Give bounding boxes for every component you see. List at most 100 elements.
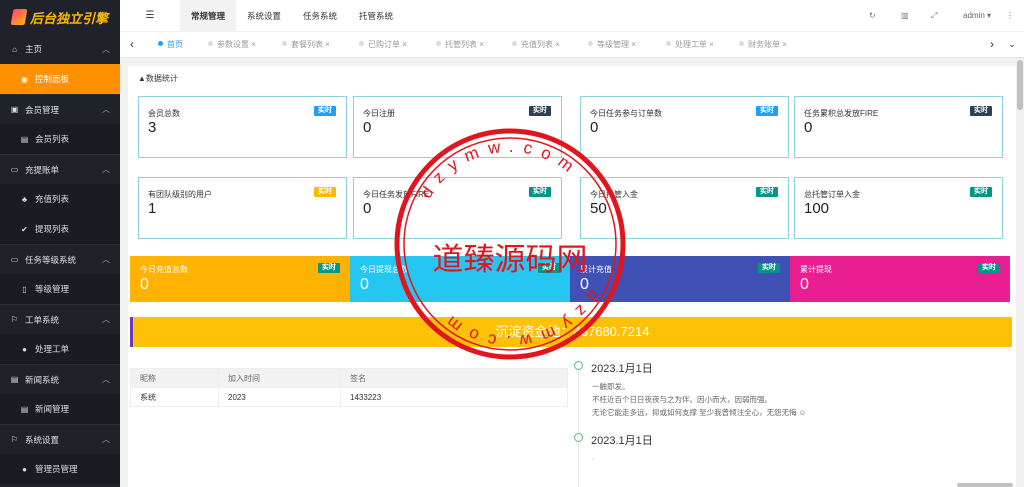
tab-scroll-left-icon[interactable]: ‹ bbox=[122, 32, 142, 58]
vertical-scrollbar[interactable] bbox=[1016, 58, 1024, 487]
close-icon[interactable]: × bbox=[555, 40, 560, 49]
status-badge: 实时 bbox=[538, 263, 560, 273]
logo-icon bbox=[10, 9, 28, 25]
user-menu[interactable]: admin ▾ bbox=[963, 0, 991, 32]
tab-label: 托管列表 bbox=[445, 40, 477, 49]
top-nav-custody[interactable]: 托管系统 bbox=[348, 0, 404, 32]
tab-label: 首页 bbox=[167, 40, 183, 49]
summary-title: 累计充值 bbox=[580, 265, 612, 274]
timeline-line: 无论它能走多远，抑或如何支撑 至少我曾倾注全心，无怨无悔 ☺ bbox=[592, 408, 807, 417]
sidebar-item-home[interactable]: ⌂ 主页 ︿ bbox=[0, 34, 120, 64]
box-icon: ▯ bbox=[22, 284, 27, 294]
monitor-icon: ▭ bbox=[10, 255, 19, 264]
sidebar-item-admin-manage[interactable]: ● 管理员管理 bbox=[0, 454, 120, 484]
status-badge: 实时 bbox=[529, 106, 551, 116]
timeline-line: 不枉近百个日日夜夜与之为伴。因小而大，因弱而强。 bbox=[592, 395, 772, 404]
top-header: ☰ 常规管理 系统设置 任务系统 托管系统 ↻ ▥ ⤢ admin ▾ ⋮ bbox=[120, 0, 1024, 32]
tab-bar: ‹ 首页 参数设置 × 套餐列表 × 已购订单 × 托管列表 × 充值列表 × … bbox=[120, 32, 1024, 58]
close-icon[interactable]: × bbox=[325, 40, 330, 49]
member-icon: ▣ bbox=[10, 105, 19, 114]
tab-menu-icon[interactable]: ⌄ bbox=[1002, 32, 1022, 58]
sidebar-group-ticket[interactable]: ⚐ 工单系统 ︿ bbox=[0, 304, 120, 334]
menu-toggle-icon[interactable]: ☰ bbox=[120, 10, 180, 21]
status-badge: 实时 bbox=[978, 263, 1000, 273]
tab-params[interactable]: 参数设置 × bbox=[208, 32, 256, 58]
sidebar-group-label: 任务等级系统 bbox=[25, 254, 77, 265]
chevron-up-icon: ︿ bbox=[102, 165, 110, 174]
stat-card: 今日注册 0 实时 bbox=[353, 96, 562, 158]
tab-dot-icon bbox=[208, 41, 213, 46]
logo: 后台独立引擎 bbox=[0, 0, 120, 34]
close-icon[interactable]: × bbox=[251, 40, 256, 49]
sidebar-item-level-manage[interactable]: ▯ 等级管理 bbox=[0, 274, 120, 304]
close-icon[interactable]: × bbox=[709, 40, 714, 49]
top-nav-task[interactable]: 任务系统 bbox=[292, 0, 348, 32]
tab-label: 充值列表 bbox=[521, 40, 553, 49]
sidebar-group-news[interactable]: ▤ 新闻系统 ︿ bbox=[0, 364, 120, 394]
cart-icon: ♣ bbox=[21, 194, 28, 204]
tab-custody[interactable]: 托管列表 × bbox=[436, 32, 484, 58]
summary-value: 0 bbox=[580, 276, 589, 293]
tab-dot-icon bbox=[359, 41, 364, 46]
scrollbar-thumb[interactable] bbox=[1017, 60, 1023, 110]
tab-scroll-right-icon[interactable]: › bbox=[982, 32, 1002, 58]
sidebar-item-recharge-list[interactable]: ♣ 充值列表 bbox=[0, 184, 120, 214]
stat-title: 今日任务发放FIRE bbox=[363, 190, 430, 199]
sidebar-item-label: 控制面板 bbox=[35, 74, 70, 84]
timeline-dot-icon bbox=[574, 433, 583, 442]
tab-packages[interactable]: 套餐列表 × bbox=[282, 32, 330, 58]
tab-orders[interactable]: 已购订单 × bbox=[359, 32, 407, 58]
close-icon[interactable]: × bbox=[402, 40, 407, 49]
stat-value: 0 bbox=[804, 119, 813, 136]
sidebar-item-dashboard[interactable]: ◉ 控制面板 bbox=[0, 64, 120, 94]
close-icon[interactable]: × bbox=[479, 40, 484, 49]
tab-dot-icon bbox=[739, 41, 744, 46]
chevron-up-icon: ︿ bbox=[102, 375, 110, 384]
timeline-axis bbox=[578, 369, 579, 487]
tab-label: 财务账单 bbox=[748, 40, 780, 49]
sidebar-group-member[interactable]: ▣ 会员管理 ︿ bbox=[0, 94, 120, 124]
top-nav-regular[interactable]: 常规管理 bbox=[180, 0, 237, 32]
status-badge: 实时 bbox=[970, 106, 992, 116]
sidebar-group-settings[interactable]: ⚐ 系统设置 ︿ bbox=[0, 424, 120, 454]
sidebar: 后台独立引擎 ⌂ 主页 ︿ ◉ 控制面板 ▣ 会员管理 ︿ ▤ 会员列表 ▭ 充… bbox=[0, 0, 120, 487]
dashboard-icon: ◉ bbox=[21, 74, 28, 84]
top-nav-settings[interactable]: 系统设置 bbox=[236, 0, 292, 32]
chevron-up-icon: ︿ bbox=[102, 255, 110, 264]
tab-levels[interactable]: 等级管理 × bbox=[588, 32, 636, 58]
close-icon[interactable]: × bbox=[631, 40, 636, 49]
sidebar-group-billing[interactable]: ▭ 充提账单 ︿ bbox=[0, 154, 120, 184]
horizontal-scrollbar[interactable] bbox=[957, 483, 1013, 487]
stat-card: 今日任务参与订单数 0 实时 bbox=[580, 96, 789, 158]
stat-value: 0 bbox=[363, 119, 372, 136]
sidebar-group-label: 工单系统 bbox=[25, 314, 60, 325]
fullscreen-icon[interactable]: ⤢ bbox=[931, 0, 937, 32]
tab-finance[interactable]: 财务账单 × bbox=[739, 32, 787, 58]
timeline-line: 一触即发。 bbox=[592, 382, 630, 391]
sidebar-item-label: 主页 bbox=[25, 44, 43, 54]
sidebar-item-member-list[interactable]: ▤ 会员列表 bbox=[0, 124, 120, 154]
sidebar-group-task-level[interactable]: ▭ 任务等级系统 ︿ bbox=[0, 244, 120, 274]
tab-label: 已购订单 bbox=[368, 40, 400, 49]
tab-tickets[interactable]: 处理工单 × bbox=[666, 32, 714, 58]
tab-recharge[interactable]: 充值列表 × bbox=[512, 32, 560, 58]
tab-label: 参数设置 bbox=[217, 40, 249, 49]
column-header: 签名 bbox=[340, 368, 568, 388]
close-icon[interactable]: × bbox=[782, 40, 787, 49]
sidebar-item-label: 管理员管理 bbox=[35, 464, 78, 474]
status-badge: 实时 bbox=[318, 263, 340, 273]
more-icon[interactable]: ⋮ bbox=[1006, 0, 1014, 32]
tab-label: 处理工单 bbox=[675, 40, 707, 49]
status-badge: 实时 bbox=[970, 187, 992, 197]
stat-value: 50 bbox=[590, 200, 607, 217]
sidebar-item-news-manage[interactable]: ▤ 新闻管理 bbox=[0, 394, 120, 424]
trash-icon[interactable]: ▥ bbox=[901, 0, 909, 32]
sidebar-item-ticket-handle[interactable]: ● 处理工单 bbox=[0, 334, 120, 364]
sidebar-item-withdraw-list[interactable]: ✔ 提现列表 bbox=[0, 214, 120, 244]
card-icon: ▭ bbox=[10, 165, 19, 174]
stat-title: 今日任务参与订单数 bbox=[590, 109, 662, 118]
refresh-icon[interactable]: ↻ bbox=[869, 0, 876, 32]
stat-title: 会员总数 bbox=[148, 109, 180, 118]
tab-home[interactable]: 首页 bbox=[158, 32, 183, 58]
stat-card: 有团队级别的用户 1 实时 bbox=[138, 177, 347, 239]
